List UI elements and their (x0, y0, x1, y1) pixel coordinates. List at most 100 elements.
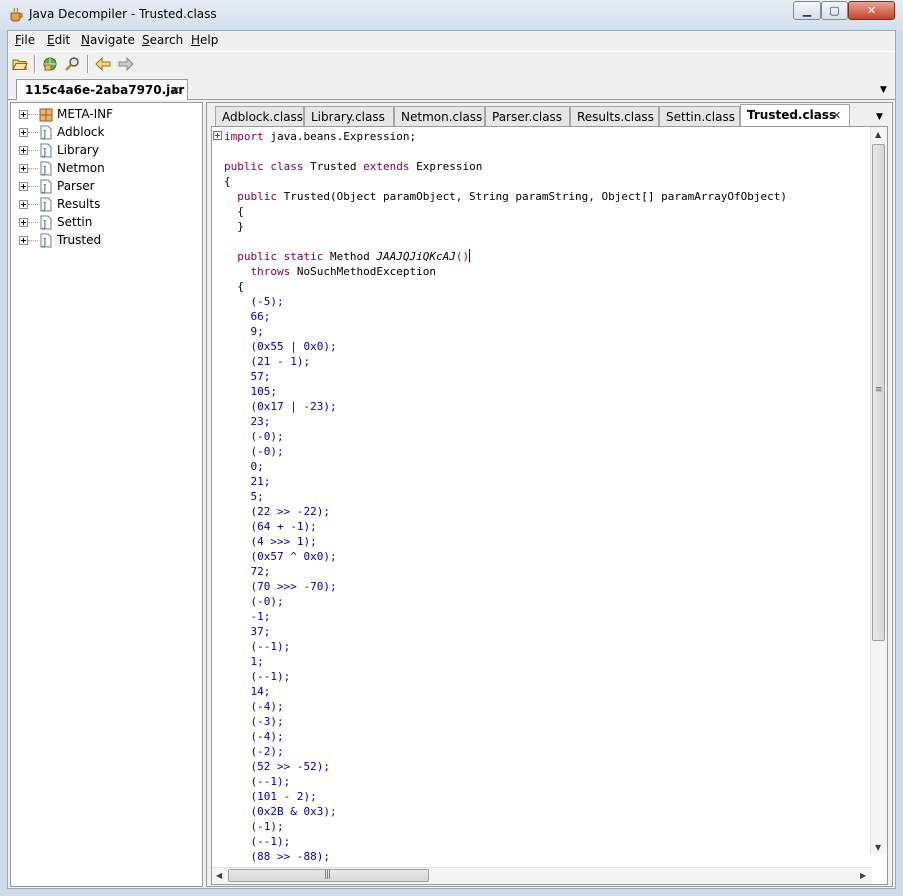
tree-node-adblock[interactable]: J Adblock (15, 124, 201, 142)
tree-node-netmon[interactable]: J Netmon (15, 160, 201, 178)
forward-button[interactable] (116, 55, 136, 73)
tree-node-label-selected: Trusted (55, 233, 104, 247)
scroll-up-icon[interactable]: ▲ (875, 130, 881, 139)
expand-icon[interactable] (19, 128, 28, 137)
vertical-scrollbar[interactable]: ▲ ≡ ▼ (870, 127, 887, 854)
toolbar-separator (87, 55, 89, 73)
code-statement: (--1); (250, 775, 291, 788)
tab-adblock-class[interactable]: Adblock.class (215, 106, 304, 126)
class-declaration: public class Trusted extends Expression (224, 160, 483, 173)
package-icon (39, 108, 53, 122)
toolbar-separator (34, 55, 36, 73)
expand-icon[interactable] (19, 218, 28, 227)
back-arrow-icon (95, 57, 111, 71)
open-type-icon (43, 57, 57, 71)
tab-label: Settin.class (666, 110, 735, 124)
open-file-button[interactable] (10, 55, 30, 73)
close-icon[interactable]: ✕ (171, 84, 180, 97)
menu-file[interactable]: File (15, 33, 35, 47)
expand-icon[interactable] (19, 182, 28, 191)
code-statement: (70 >>> -70); (250, 580, 337, 593)
scroll-left-icon[interactable]: ◀ (216, 871, 222, 880)
svg-text:J: J (42, 238, 47, 248)
code-editor[interactable]: import java.beans.Expression; public cla… (211, 126, 888, 885)
expand-icon[interactable] (19, 200, 28, 209)
menu-edit[interactable]: Edit (47, 33, 70, 47)
forward-arrow-icon (118, 57, 134, 71)
close-button[interactable]: ✕ (848, 1, 895, 20)
expand-icon[interactable] (19, 164, 28, 173)
code-statement: (--1); (250, 640, 291, 653)
horizontal-scrollbar[interactable]: ◀ ||| ▶ (212, 867, 872, 884)
java-file-icon: J (40, 125, 52, 140)
tree-node-meta-inf[interactable]: META-INF (15, 106, 201, 124)
close-icon: ✕ (866, 4, 877, 17)
tree-node-trusted[interactable]: J Trusted (15, 232, 201, 250)
menu-bar: File Edit Navigate Search Help (8, 31, 895, 51)
open-type-button[interactable] (40, 55, 60, 73)
statement-list: (-5); 66; 9; (0x55 | 0x0); (21 - 1); 57;… (224, 295, 337, 863)
constructor-declaration: public Trusted(Object paramObject, Strin… (237, 190, 787, 203)
search-button[interactable] (62, 55, 82, 73)
tab-list-dropdown-icon[interactable]: ▼ (876, 112, 883, 122)
code-statement: (101 - 2); (250, 790, 317, 803)
code-statement: (-2); (250, 745, 284, 758)
svg-text:J: J (42, 166, 47, 176)
menu-help[interactable]: Help (191, 33, 218, 47)
file-tab-label: 115c4a6e-2aba7970.jar (25, 83, 185, 97)
expand-imports-icon[interactable] (213, 131, 222, 140)
code-statement: (-0); (250, 430, 284, 443)
java-file-icon: J (40, 215, 52, 230)
title-bar[interactable]: Java Decompiler - Trusted.class ▁ ▢ ✕ (0, 0, 903, 30)
tab-list-dropdown-icon[interactable]: ▼ (880, 85, 887, 95)
source-code: import java.beans.Expression; public cla… (224, 130, 787, 863)
window-title: Java Decompiler - Trusted.class (29, 7, 217, 21)
code-statement: (-4); (250, 700, 284, 713)
scroll-right-icon[interactable]: ▶ (860, 871, 866, 880)
tab-library-class[interactable]: Library.class (304, 106, 394, 126)
menu-search[interactable]: Search (142, 33, 183, 47)
minimize-button[interactable]: ▁ (793, 1, 821, 20)
tab-trusted-class[interactable]: Trusted.class ✕ (740, 104, 850, 126)
tree-node-results[interactable]: J Results (15, 196, 201, 214)
horizontal-scroll-thumb[interactable]: ||| (228, 869, 429, 882)
open-folder-icon (12, 59, 28, 70)
vertical-scroll-thumb[interactable]: ≡ (872, 144, 885, 641)
tab-settin-class[interactable]: Settin.class (659, 106, 740, 126)
menu-navigate[interactable]: Navigate (81, 33, 135, 47)
code-statement: 57; (250, 370, 271, 383)
code-statement: (52 >> -52); (250, 760, 330, 773)
svg-text:J: J (42, 130, 47, 140)
tree-node-label: Adblock (57, 125, 105, 139)
tab-results-class[interactable]: Results.class (570, 106, 659, 126)
menu-edit-mnemonic: E (47, 33, 55, 47)
close-icon[interactable]: ✕ (832, 109, 841, 122)
code-statement: (--1); (250, 670, 291, 683)
code-statement: (-0); (250, 445, 284, 458)
svg-text:J: J (42, 184, 47, 194)
menu-file-label: ile (21, 33, 36, 47)
code-statement: 21; (250, 475, 271, 488)
code-statement: 66; (250, 310, 271, 323)
scroll-down-icon[interactable]: ▼ (875, 843, 881, 852)
tree-node-library[interactable]: J Library (15, 142, 201, 160)
expand-icon[interactable] (19, 146, 28, 155)
expand-icon[interactable] (19, 236, 28, 245)
code-statement: (-5); (250, 295, 284, 308)
tree-node-label: META-INF (57, 107, 114, 121)
code-statement: (22 >> -22); (250, 505, 330, 518)
expand-icon[interactable] (19, 110, 28, 119)
tree-node-parser[interactable]: J Parser (15, 178, 201, 196)
tab-label: Parser.class (492, 110, 563, 124)
tree-node-settin[interactable]: J Settin (15, 214, 201, 232)
tab-netmon-class[interactable]: Netmon.class (394, 106, 485, 126)
menu-navigate-mnemonic: N (81, 33, 90, 47)
maximize-button[interactable]: ▢ (821, 1, 848, 20)
file-tab-jar[interactable]: 115c4a6e-2aba7970.jar ✕ (16, 79, 188, 100)
back-button[interactable] (93, 55, 113, 73)
coffee-cup-icon (10, 7, 23, 22)
code-statement: -1; (250, 610, 271, 623)
tab-parser-class[interactable]: Parser.class (485, 106, 570, 126)
tab-label: Results.class (577, 110, 654, 124)
package-tree: META-INF J Adblock J Library J Netmon J … (10, 102, 203, 887)
